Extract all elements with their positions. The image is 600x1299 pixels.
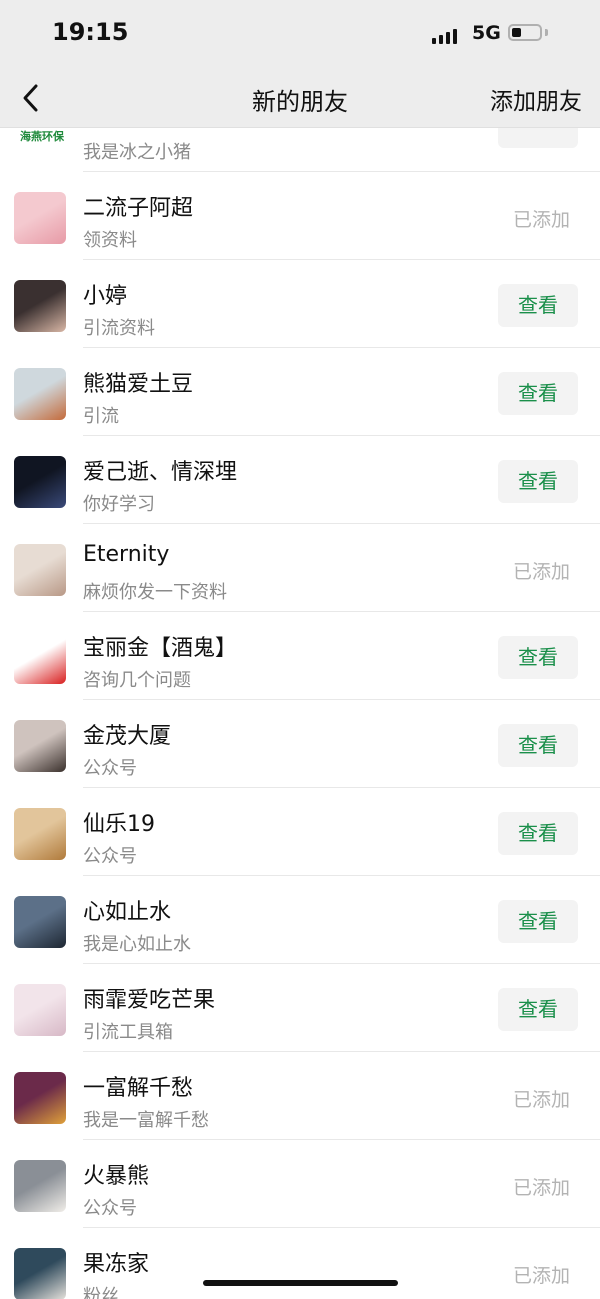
navigation-bar: 新的朋友 添加朋友 bbox=[0, 70, 600, 128]
request-message: 引流工具箱 bbox=[83, 1022, 173, 1043]
view-button[interactable]: 查看 bbox=[498, 372, 578, 415]
home-indicator[interactable] bbox=[203, 1280, 398, 1286]
request-message: 麻烦你发一下资料 bbox=[83, 582, 227, 603]
request-message: 引流 bbox=[83, 406, 119, 427]
list-item-partial[interactable]: 海燕环保 我是冰之小猪 bbox=[0, 128, 600, 172]
contact-name: 雨霏爱吃芒果 bbox=[83, 988, 216, 1013]
add-friend-button[interactable]: 添加朋友 bbox=[490, 82, 582, 116]
list-item[interactable]: 仙乐19 公众号 查看 bbox=[0, 788, 600, 876]
list-item[interactable]: Eternity 麻烦你发一下资料 已添加 bbox=[0, 524, 600, 612]
avatar[interactable] bbox=[14, 1248, 66, 1299]
avatar[interactable] bbox=[14, 1160, 66, 1212]
contact-name: 爱己逝、情深埋 bbox=[83, 460, 238, 485]
avatar[interactable] bbox=[14, 808, 66, 860]
battery-cap bbox=[545, 29, 548, 36]
contact-name: 火暴熊 bbox=[83, 1164, 150, 1189]
list-item[interactable]: 一富解千愁我是一富解千愁 已添加 bbox=[0, 1052, 600, 1140]
added-status: 已添加 bbox=[512, 1177, 570, 1199]
list-item[interactable]: 二流子阿超领资料 已添加 bbox=[0, 172, 600, 260]
request-message: 我是冰之小猪 bbox=[83, 142, 191, 163]
avatar[interactable] bbox=[14, 896, 66, 948]
contact-name: 果冻家 bbox=[83, 1252, 150, 1277]
list-item[interactable]: 宝丽金【酒鬼】咨询几个问题 查看 bbox=[0, 612, 600, 700]
view-button[interactable]: 查看 bbox=[498, 812, 578, 855]
avatar[interactable] bbox=[14, 720, 66, 772]
request-message: 公众号 bbox=[83, 758, 137, 779]
contact-name: 金茂大厦 bbox=[83, 724, 172, 749]
avatar[interactable] bbox=[14, 632, 66, 684]
network-type: 5G bbox=[472, 22, 501, 44]
avatar[interactable] bbox=[14, 456, 66, 508]
view-button[interactable]: 查看 bbox=[498, 900, 578, 943]
contact-name: 一富解千愁 bbox=[83, 1076, 194, 1101]
view-button[interactable]: 查看 bbox=[498, 636, 578, 679]
avatar[interactable] bbox=[14, 544, 66, 596]
added-status: 已添加 bbox=[512, 1265, 570, 1287]
request-message: 公众号 bbox=[83, 1198, 137, 1219]
cellular-signal-icon bbox=[432, 26, 462, 44]
request-message: 领资料 bbox=[83, 230, 137, 251]
contact-name: 宝丽金【酒鬼】 bbox=[83, 636, 238, 661]
avatar[interactable] bbox=[14, 280, 66, 332]
request-message: 咨询几个问题 bbox=[83, 670, 191, 691]
avatar[interactable] bbox=[14, 368, 66, 420]
request-message: 我是一富解千愁 bbox=[83, 1110, 209, 1131]
contact-name: 仙乐19 bbox=[83, 812, 155, 837]
view-button[interactable]: 查看 bbox=[498, 988, 578, 1031]
list-item[interactable]: 雨霏爱吃芒果引流工具箱 查看 bbox=[0, 964, 600, 1052]
list-item[interactable]: 心如止水我是心如止水 查看 bbox=[0, 876, 600, 964]
status-time: 19:15 bbox=[52, 18, 129, 46]
avatar[interactable] bbox=[14, 192, 66, 244]
view-button-partial[interactable] bbox=[498, 128, 578, 148]
list-item[interactable]: 果冻家粉丝 已添加 bbox=[0, 1228, 600, 1299]
avatar[interactable] bbox=[14, 984, 66, 1036]
list-item[interactable]: 金茂大厦公众号 查看 bbox=[0, 700, 600, 788]
contact-name: 二流子阿超 bbox=[83, 196, 194, 221]
request-message: 引流资料 bbox=[83, 318, 155, 339]
list-item[interactable]: 爱己逝、情深埋你好学习 查看 bbox=[0, 436, 600, 524]
contact-name: Eternity bbox=[83, 542, 170, 567]
added-status: 已添加 bbox=[512, 1089, 570, 1111]
added-status: 已添加 bbox=[512, 561, 570, 583]
request-message: 我是心如止水 bbox=[83, 934, 191, 955]
contact-name: 小婷 bbox=[83, 284, 128, 309]
battery-icon bbox=[508, 24, 542, 41]
list-item[interactable]: 熊猫爱土豆引流 查看 bbox=[0, 348, 600, 436]
friend-request-list: 海燕环保 我是冰之小猪 二流子阿超 领资料 已添加 小婷 引流资料 查看 熊猫爱土豆 引流 查看… bbox=[0, 128, 600, 1299]
request-message: 公众号 bbox=[83, 846, 137, 867]
view-button[interactable]: 查看 bbox=[498, 284, 578, 327]
list-item[interactable]: 火暴熊公众号 已添加 bbox=[0, 1140, 600, 1228]
request-message: 你好学习 bbox=[83, 494, 155, 515]
contact-name: 心如止水 bbox=[83, 900, 172, 925]
request-message: 粉丝 bbox=[83, 1286, 119, 1299]
added-status: 已添加 bbox=[512, 209, 570, 231]
brand-logo: 海燕环保 bbox=[14, 128, 70, 144]
avatar[interactable] bbox=[14, 1072, 66, 1124]
contact-name: 熊猫爱土豆 bbox=[83, 372, 194, 397]
view-button[interactable]: 查看 bbox=[498, 724, 578, 767]
status-bar: 19:15 5G bbox=[0, 0, 600, 70]
view-button[interactable]: 查看 bbox=[498, 460, 578, 503]
list-item[interactable]: 小婷引流资料 查看 bbox=[0, 260, 600, 348]
